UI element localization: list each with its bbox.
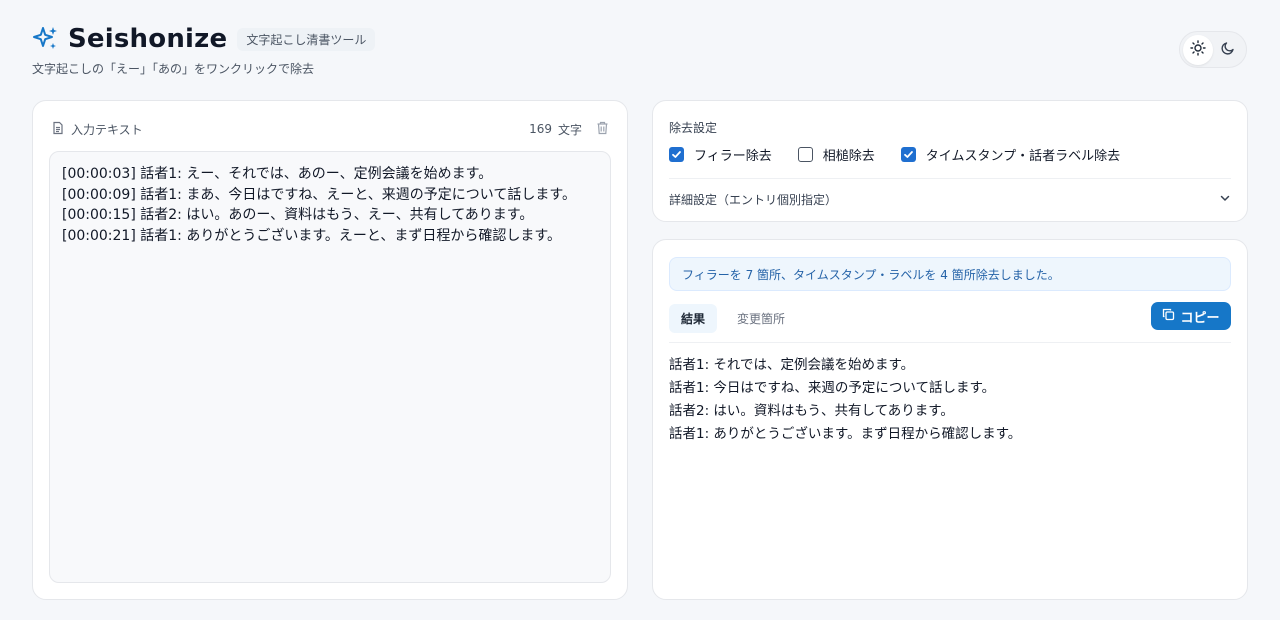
app-title: Seishonize [68,24,228,54]
char-count: 169 [529,122,552,136]
copy-label: コピー [1180,310,1220,326]
dark-theme-button[interactable] [1213,35,1243,65]
option-label: 相槌除去 [822,149,875,164]
checkmark-icon [900,147,916,162]
option-label: フィラー除去 [694,149,772,164]
filler-removal-checkbox[interactable]: フィラー除去 [669,145,772,164]
light-theme-button[interactable] [1183,34,1213,65]
input-label: 入力テキスト [71,122,143,137]
settings-title: 除去設定 [669,121,718,135]
backchannel-removal-checkbox[interactable]: 相槌除去 [797,145,875,164]
advanced-settings-toggle[interactable]: 詳細設定（エントリ個別指定） [669,189,1231,209]
timestamp-label-removal-checkbox[interactable]: タイムスタンプ・話者ラベル除去 [900,145,1121,164]
char-counter: 169 文字 [529,121,609,138]
result-notice: フィラーを 7 箇所、タイムスタンプ・ラベルを 4 箇所除去しました。 [669,257,1231,291]
trash-icon[interactable] [596,121,609,138]
app-subtitle: 文字起こしの「えー」「あの」をワンクリックで除去 [32,62,315,76]
tab-result[interactable]: 結果 [669,304,718,333]
tab-changes[interactable]: 変更箇所 [725,304,797,333]
result-panel: フィラーを 7 箇所、タイムスタンプ・ラベルを 4 箇所除去しました。 結果 変… [652,239,1248,600]
settings-panel: 除去設定 フィラー除去 相槌除去 タイムスタンプ・話者ラベル除去 詳細設定（エン… [652,100,1248,222]
document-icon [51,121,65,138]
char-unit: 文字 [557,122,582,137]
checkmark-icon [669,147,684,162]
app-tag-badge: 文字起こし清書ツール [237,27,376,51]
input-textarea[interactable]: [00:00:03] 話者1: えー、それでは、あのー、定例会議を始めます。 [… [49,151,611,583]
theme-toggle [1179,31,1247,68]
sun-icon [1190,39,1206,60]
option-list: フィラー除去 相槌除去 タイムスタンプ・話者ラベル除去 [669,145,1146,164]
brand: Seishonize 文字起こし清書ツール [32,24,376,54]
sparkles-icon [32,25,60,53]
result-tabs: 結果 変更箇所 [669,304,805,333]
option-label: タイムスタンプ・話者ラベル除去 [925,149,1121,164]
app-header: Seishonize 文字起こし清書ツール 文字起こしの「えー」「あの」をワンク… [32,24,376,77]
copy-icon [1162,308,1175,325]
divider [669,178,1231,179]
checkbox-empty-icon [797,147,813,162]
advanced-settings-label: 詳細設定（エントリ個別指定） [669,192,838,207]
moon-icon [1220,40,1236,60]
chevron-down-icon [1219,192,1231,207]
result-output: 話者1: それでは、定例会議を始めます。 話者1: 今日はですね、来週の予定につ… [669,357,1022,442]
divider [669,342,1231,343]
input-panel: 入力テキスト 169 文字 [00:00:03] 話者1: えー、それでは、あの… [32,100,628,600]
input-panel-header: 入力テキスト 169 文字 [51,119,609,139]
copy-button[interactable]: コピー [1151,302,1231,330]
